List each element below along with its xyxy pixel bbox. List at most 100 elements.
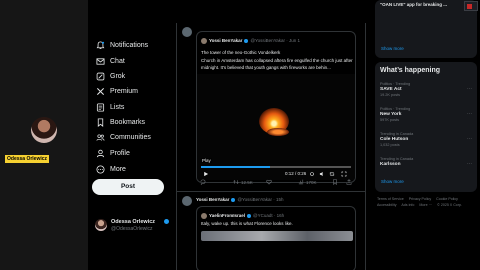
nav-item-notifications[interactable]: Notifications <box>96 39 148 51</box>
participant-tile[interactable]: Odessa Orlewicz <box>0 98 88 170</box>
share-icon[interactable] <box>346 179 352 185</box>
avatar <box>201 37 207 44</box>
settings-icon[interactable] <box>309 171 315 177</box>
trend-name: SAVE Act <box>380 87 402 92</box>
footer-link[interactable]: Ads info <box>401 203 414 207</box>
retweet-button[interactable]: 12.5K <box>233 179 253 185</box>
trend-count: 1,032 posts <box>380 143 400 147</box>
more-icon[interactable]: ··· <box>467 86 472 92</box>
quote-header: Yossi BenYakar @YossiBenYakar · Jun 1 <box>201 37 300 44</box>
promo-thumbnail[interactable] <box>464 1 478 11</box>
trend-context: Politics · Trending <box>380 107 411 111</box>
volume-icon[interactable] <box>319 171 325 177</box>
account-handle: @OdessaOrlewicz <box>111 226 153 232</box>
show-more-link[interactable]: Show more <box>381 46 404 51</box>
video-call-strip: Odessa Orlewicz <box>0 0 88 270</box>
nav-item-premium[interactable]: Premium <box>96 85 138 97</box>
tweet-actions: 12.5K 170K <box>200 179 360 187</box>
tweet-author-name: Yossi BenYakar <box>196 197 230 202</box>
nav-label: Premium <box>110 87 139 95</box>
list-icon <box>96 102 105 112</box>
fullscreen-icon[interactable] <box>341 171 347 177</box>
bookmark-icon[interactable] <box>332 179 338 185</box>
account-switcher[interactable]: Odessa Orlewicz @OdessaOrlewicz <box>95 218 175 234</box>
trend-name: New York <box>380 112 402 117</box>
footer-link[interactable]: Accessibility <box>377 203 397 207</box>
trend-name: Cole Hutson <box>380 137 409 142</box>
nav-label: Grok <box>110 72 126 80</box>
verified-badge-icon <box>247 213 252 218</box>
avatar[interactable] <box>182 196 192 206</box>
footer-link[interactable]: Terms of Service <box>377 197 404 201</box>
quote-media[interactable] <box>201 231 353 241</box>
footer-link[interactable]: Privacy Policy <box>409 197 431 201</box>
more-icon[interactable]: ··· <box>467 161 472 167</box>
timeline[interactable]: Yossi BenYakar @YossiBenYakar · Jun 1 Th… <box>176 23 366 270</box>
participant-name: Odessa Orlewicz <box>5 155 50 163</box>
views-icon <box>298 179 304 185</box>
footer-link[interactable]: Cookie Policy <box>436 197 458 201</box>
trend-item[interactable]: Politics · Trending New York 597K posts … <box>380 107 474 127</box>
tweet[interactable]: Yossi BenYakar @YossiBenYakar · 15h Yael… <box>177 192 365 270</box>
video-time: 0:12 / 0:26 <box>285 171 307 176</box>
tweet[interactable]: Yossi BenYakar @YossiBenYakar · Jun 1 Th… <box>177 23 365 193</box>
avatar <box>95 219 107 231</box>
bookmark-icon <box>96 117 105 127</box>
nav-item-communities[interactable]: Communities <box>96 131 151 143</box>
trend-count: 19.2K posts <box>380 93 401 97</box>
nav-item-grok[interactable]: Grok <box>96 70 125 82</box>
nav-label: More <box>110 165 126 173</box>
nav-label: Bookmarks <box>110 118 146 126</box>
nav-item-bookmarks[interactable]: Bookmarks <box>96 116 145 128</box>
video-progress-bar[interactable] <box>201 166 351 168</box>
video-player[interactable]: Play 0:12 / 0:26 <box>197 74 355 180</box>
reply-button[interactable] <box>200 179 208 185</box>
promo-item[interactable]: "OAN LIVE" app for breaking ... <box>380 2 447 7</box>
nav-item-more[interactable]: More <box>96 163 126 175</box>
nav-label: Profile <box>110 149 130 157</box>
trend-context: Politics · Trending <box>380 82 411 86</box>
mail-icon <box>96 57 105 66</box>
trend-context: Trending in Canada <box>380 157 414 161</box>
heart-icon <box>266 179 272 185</box>
show-more-link[interactable]: Show more <box>381 179 404 184</box>
play-icon[interactable] <box>203 171 209 177</box>
quote-author-handle: @YossiBenYakar · Jun 1 <box>250 38 301 43</box>
trend-item[interactable]: Trending in Canada Karlsson ··· <box>380 157 474 177</box>
video-tag: Play <box>201 158 212 163</box>
trend-item[interactable]: Politics · Trending SAVE Act 19.2K posts… <box>380 82 474 102</box>
nav-item-chat[interactable]: Chat <box>96 55 125 67</box>
retweet-icon <box>233 180 239 184</box>
quoted-tweet[interactable]: Yossi BenYakar @YossiBenYakar · Jun 1 Th… <box>196 31 356 183</box>
quote-text-body: Church in Amsterdam has collapsed aftera… <box>201 58 353 70</box>
video-progress-fill <box>201 166 270 168</box>
avatar[interactable] <box>182 27 192 37</box>
person-icon <box>96 149 105 158</box>
verified-badge-icon <box>244 38 249 43</box>
post-button[interactable]: Post <box>92 179 164 195</box>
trend-name: Karlsson <box>380 162 401 167</box>
quote-header: YaelinFromIsrael @YCuadt · 16h <box>201 212 284 219</box>
more-icon[interactable]: ··· <box>467 136 472 142</box>
right-sidebar: "OAN LIVE" app for breaking ... Show mor… <box>370 0 480 270</box>
views-button[interactable]: 170K <box>298 179 317 185</box>
quote-text: Italy, wake up. this is what Florence lo… <box>201 221 293 226</box>
nav-label: Chat <box>110 57 125 65</box>
tweet-header: Yossi BenYakar @YossiBenYakar · 15h <box>196 197 284 202</box>
trend-item[interactable]: Trending in Canada Cole Hutson 1,032 pos… <box>380 132 474 152</box>
loop-icon[interactable] <box>329 171 335 177</box>
footer-link: © 2025 X Corp. <box>437 203 462 207</box>
more-icon[interactable]: ··· <box>467 111 472 117</box>
participant-avatar <box>31 117 57 143</box>
nav-item-profile[interactable]: Profile <box>96 147 130 159</box>
quoted-tweet[interactable]: YaelinFromIsrael @YCuadt · 16h Italy, wa… <box>196 206 356 270</box>
like-button[interactable] <box>266 179 274 185</box>
trends-title: What’s happening <box>380 67 441 74</box>
nav-item-lists[interactable]: Lists <box>96 101 124 113</box>
grok-icon <box>96 72 105 81</box>
people-icon <box>96 133 105 142</box>
news-card: "OAN LIVE" app for breaking ... Show mor… <box>375 0 478 58</box>
footer-link[interactable]: More ··· <box>419 203 432 207</box>
footer-links: Terms of Service Privacy Policy Cookie P… <box>377 196 477 208</box>
trend-count: 597K posts <box>380 118 399 122</box>
